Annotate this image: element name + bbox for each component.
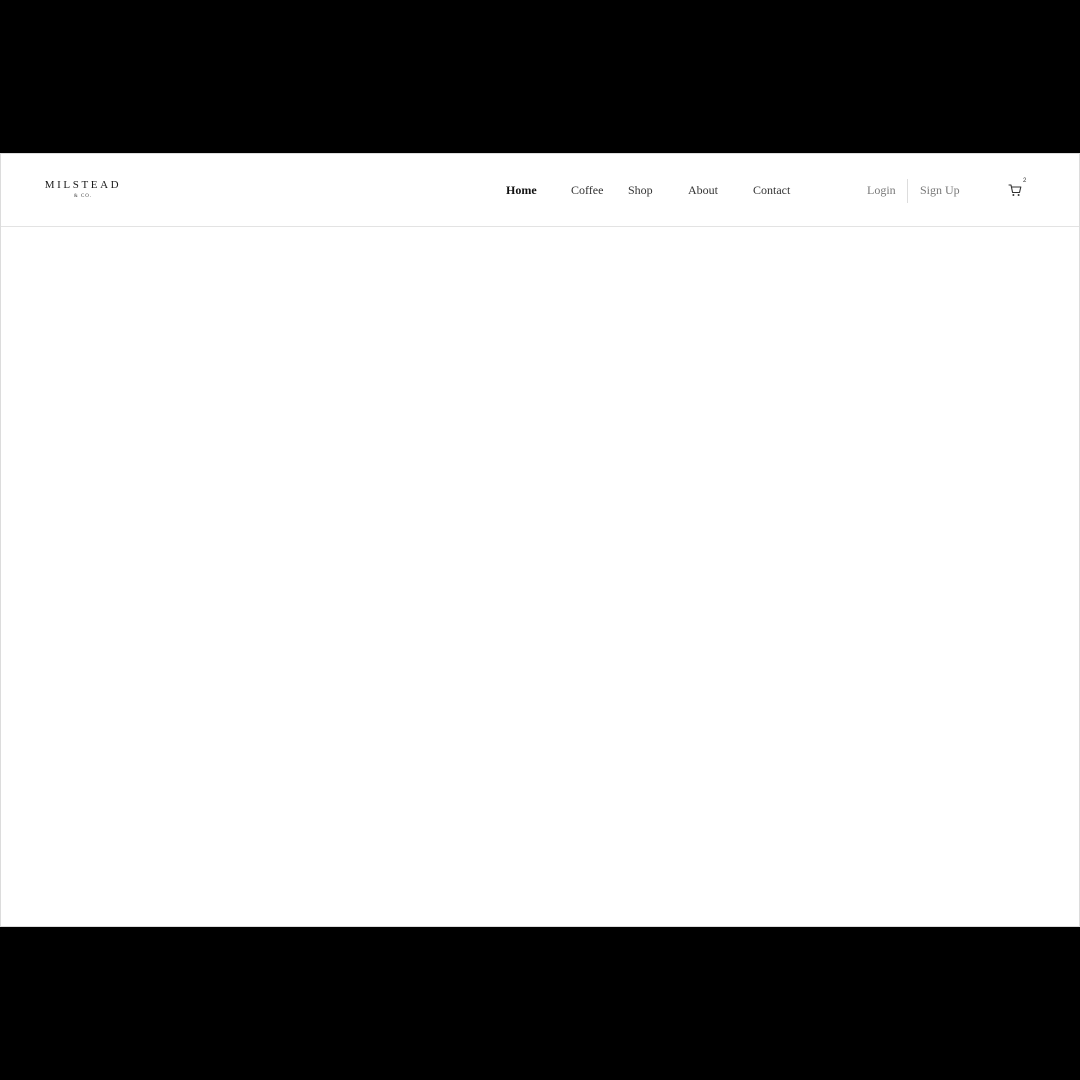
letterbox-bottom: [0, 927, 1080, 1080]
nav-item-home[interactable]: Home: [506, 182, 537, 198]
cart-count-badge: 2: [1023, 178, 1027, 184]
nav-item-coffee[interactable]: Coffee: [571, 182, 603, 198]
letterbox-top: [0, 0, 1080, 153]
brand-logo[interactable]: MILSTEAD & CO.: [40, 179, 126, 201]
cart-icon: [1008, 184, 1022, 196]
nav-item-shop[interactable]: Shop: [628, 182, 653, 198]
page: MILSTEAD & CO. Home Coffee Shop About Co…: [0, 153, 1080, 927]
auth-divider: [907, 179, 908, 203]
login-link[interactable]: Login: [867, 182, 896, 198]
site-header: MILSTEAD & CO. Home Coffee Shop About Co…: [1, 154, 1079, 227]
signup-link[interactable]: Sign Up: [920, 182, 960, 198]
nav-item-about[interactable]: About: [688, 182, 718, 198]
brand-name: MILSTEAD: [44, 179, 122, 191]
brand-tagline: & CO.: [73, 194, 93, 199]
cart-button[interactable]: 2: [1008, 178, 1030, 201]
nav-item-contact[interactable]: Contact: [753, 182, 790, 198]
